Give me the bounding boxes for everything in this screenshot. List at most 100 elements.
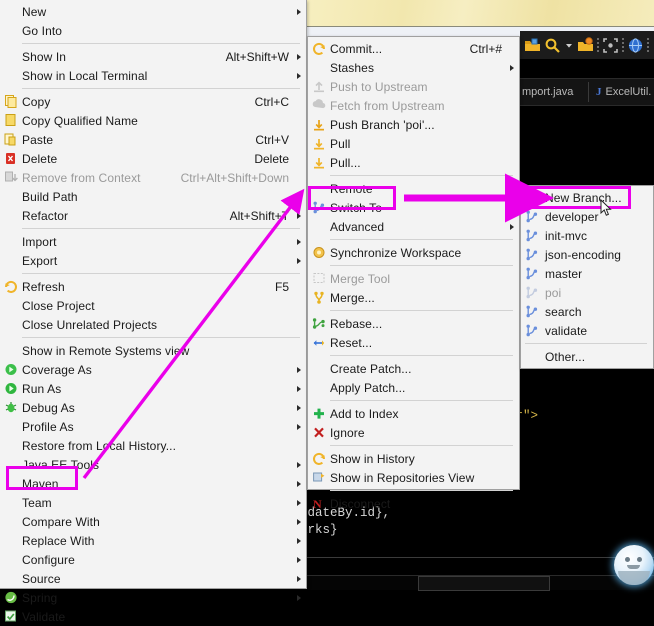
menu-item-run-as[interactable]: Run As bbox=[0, 379, 306, 398]
menu-item-replace-with[interactable]: Replace With bbox=[0, 531, 306, 550]
menu-item-create-patch[interactable]: Create Patch... bbox=[308, 359, 519, 378]
menu-item-label: Merge... bbox=[330, 290, 375, 305]
menu-item-rebase[interactable]: Rebase... bbox=[308, 314, 519, 333]
avatar[interactable] bbox=[614, 545, 654, 585]
menu-item-master[interactable]: master bbox=[521, 264, 653, 283]
editor-tab-bar[interactable]: mport.java J ExcelUtil. bbox=[520, 78, 654, 106]
menu-item-poi[interactable]: poi bbox=[521, 283, 653, 302]
editor-tab-excelutil[interactable]: J ExcelUtil. bbox=[596, 79, 651, 105]
menu-item-disconnect[interactable]: N Disconnect bbox=[308, 494, 519, 513]
menu-item-advanced[interactable]: Advanced bbox=[308, 217, 519, 236]
menu-separator bbox=[22, 273, 300, 274]
menu-item-compare-with[interactable]: Compare With bbox=[0, 512, 306, 531]
menu-item-other[interactable]: Other... bbox=[521, 347, 653, 366]
menu-item-java-ee-tools[interactable]: Java EE Tools bbox=[0, 455, 306, 474]
open-folder-badge-icon[interactable] bbox=[577, 36, 594, 54]
menu-item-stashes[interactable]: Stashes bbox=[308, 58, 519, 77]
menu-item-show-in-repositories-view[interactable]: Show in Repositories View bbox=[308, 468, 519, 487]
menu-item-debug-as[interactable]: Debug As bbox=[0, 398, 306, 417]
menu-item-developer[interactable]: developer bbox=[521, 207, 653, 226]
menu-item-label: Close Unrelated Projects bbox=[22, 317, 158, 332]
menu-item-new[interactable]: New bbox=[0, 2, 306, 21]
submenu-arrow-icon bbox=[510, 224, 514, 230]
submenu-arrow-icon bbox=[297, 519, 301, 525]
search-icon[interactable] bbox=[544, 37, 561, 54]
menu-item-validate[interactable]: validate bbox=[521, 321, 653, 340]
menu-item-show-in-remote-systems-view[interactable]: Show in Remote Systems view bbox=[0, 341, 306, 360]
submenu-arrow-icon bbox=[297, 73, 301, 79]
switch-to-submenu[interactable]: New Branch... developer init-mvc json-encod… bbox=[520, 185, 654, 369]
avatar-eye-right bbox=[637, 557, 642, 562]
focus-frame-icon[interactable] bbox=[602, 37, 619, 54]
menu-item-profile-as[interactable]: Profile As bbox=[0, 417, 306, 436]
editor-toolbar[interactable] bbox=[520, 31, 654, 59]
menu-item-validate[interactable]: Validate bbox=[0, 607, 306, 626]
menu-item-spring[interactable]: Spring bbox=[0, 588, 306, 607]
menu-item-paste[interactable]: Paste Ctrl+V bbox=[0, 130, 306, 149]
menu-item-coverage-as[interactable]: Coverage As bbox=[0, 360, 306, 379]
team-git-submenu[interactable]: Commit... Ctrl+# Stashes Push to Upstream Fe… bbox=[307, 36, 520, 511]
menu-item-label: Ignore bbox=[330, 425, 365, 440]
menu-item-push-branch-poi[interactable]: Push Branch 'poi'... bbox=[308, 115, 519, 134]
menu-item-show-in-local-terminal[interactable]: Show in Local Terminal bbox=[0, 66, 306, 85]
menu-item-remote[interactable]: Remote bbox=[308, 179, 519, 198]
menu-item-copy[interactable]: Copy Ctrl+C bbox=[0, 92, 306, 111]
svg-text:N: N bbox=[313, 497, 322, 511]
menu-item-accelerator: F5 bbox=[274, 279, 289, 294]
menu-item-accelerator: Ctrl+# bbox=[469, 41, 502, 56]
menu-item-commit[interactable]: Commit... Ctrl+# bbox=[308, 39, 519, 58]
menu-item-search[interactable]: search bbox=[521, 302, 653, 321]
menu-item-json-encoding[interactable]: json-encoding bbox=[521, 245, 653, 264]
menu-item-merge[interactable]: Merge... bbox=[308, 288, 519, 307]
disconnect-icon: N bbox=[311, 496, 327, 511]
menu-item-apply-patch[interactable]: Apply Patch... bbox=[308, 378, 519, 397]
menu-item-go-into[interactable]: Go Into bbox=[0, 21, 306, 40]
editor-tab-import[interactable]: mport.java bbox=[522, 79, 573, 105]
menu-item-configure[interactable]: Configure bbox=[0, 550, 306, 569]
menu-item-refactor[interactable]: Refactor Alt+Shift+T bbox=[0, 206, 306, 225]
menu-item-ignore[interactable]: Ignore bbox=[308, 423, 519, 442]
menu-item-delete[interactable]: Delete Delete bbox=[0, 149, 306, 168]
chevron-down-icon[interactable] bbox=[564, 37, 574, 54]
menu-item-maven[interactable]: Maven bbox=[0, 474, 306, 493]
menu-item-label: master bbox=[545, 266, 583, 281]
menu-item-close-project[interactable]: Close Project bbox=[0, 296, 306, 315]
menu-item-pull[interactable]: Pull... bbox=[308, 153, 519, 172]
menu-item-build-path[interactable]: Build Path bbox=[0, 187, 306, 206]
menu-item-source[interactable]: Source bbox=[0, 569, 306, 588]
menu-item-label: Switch To bbox=[330, 200, 383, 215]
menu-item-import[interactable]: Import bbox=[0, 232, 306, 251]
project-context-menu[interactable]: New Go Into Show In Alt+Shift+W Show in Loca… bbox=[0, 0, 307, 624]
menu-item-switch-to[interactable]: Switch To bbox=[308, 198, 519, 217]
menu-item-merge-tool[interactable]: Merge Tool bbox=[308, 269, 519, 288]
menu-item-label: Import bbox=[22, 234, 57, 249]
menu-item-push-to-upstream[interactable]: Push to Upstream bbox=[308, 77, 519, 96]
menu-item-restore-from-local-history[interactable]: Restore from Local History... bbox=[0, 436, 306, 455]
menu-separator bbox=[330, 265, 513, 266]
menu-item-init-mvc[interactable]: init-mvc bbox=[521, 226, 653, 245]
repositories-icon bbox=[311, 470, 327, 485]
menu-item-show-in[interactable]: Show In Alt+Shift+W bbox=[0, 47, 306, 66]
submenu-arrow-icon bbox=[297, 258, 301, 264]
menu-separator bbox=[22, 88, 300, 89]
synchronize-icon bbox=[311, 245, 327, 260]
menu-item-remove-from-context[interactable]: Remove from Context Ctrl+Alt+Shift+Down bbox=[0, 168, 306, 187]
menu-item-reset[interactable]: Reset... bbox=[308, 333, 519, 352]
menu-item-show-in-history[interactable]: Show in History bbox=[308, 449, 519, 468]
menu-item-export[interactable]: Export bbox=[0, 251, 306, 270]
merge-icon bbox=[311, 290, 327, 305]
menu-item-close-unrelated-projects[interactable]: Close Unrelated Projects bbox=[0, 315, 306, 334]
globe-icon[interactable] bbox=[627, 37, 644, 54]
menu-item-accelerator: Ctrl+C bbox=[254, 94, 289, 109]
menu-item-refresh[interactable]: Refresh F5 bbox=[0, 277, 306, 296]
menu-item-fetch-from-upstream[interactable]: Fetch from Upstream bbox=[308, 96, 519, 115]
menu-item-copy-qualified-name[interactable]: Copy Qualified Name bbox=[0, 111, 306, 130]
menu-item-synchronize-workspace[interactable]: Synchronize Workspace bbox=[308, 243, 519, 262]
menu-item-pull[interactable]: Pull bbox=[308, 134, 519, 153]
menu-item-new-branch[interactable]: New Branch... bbox=[521, 188, 653, 207]
open-folder-icon[interactable] bbox=[524, 37, 541, 54]
menu-item-team[interactable]: Team bbox=[0, 493, 306, 512]
submenu-arrow-icon bbox=[297, 500, 301, 506]
menu-item-accelerator: Alt+Shift+W bbox=[225, 49, 289, 64]
menu-item-add-to-index[interactable]: Add to Index bbox=[308, 404, 519, 423]
